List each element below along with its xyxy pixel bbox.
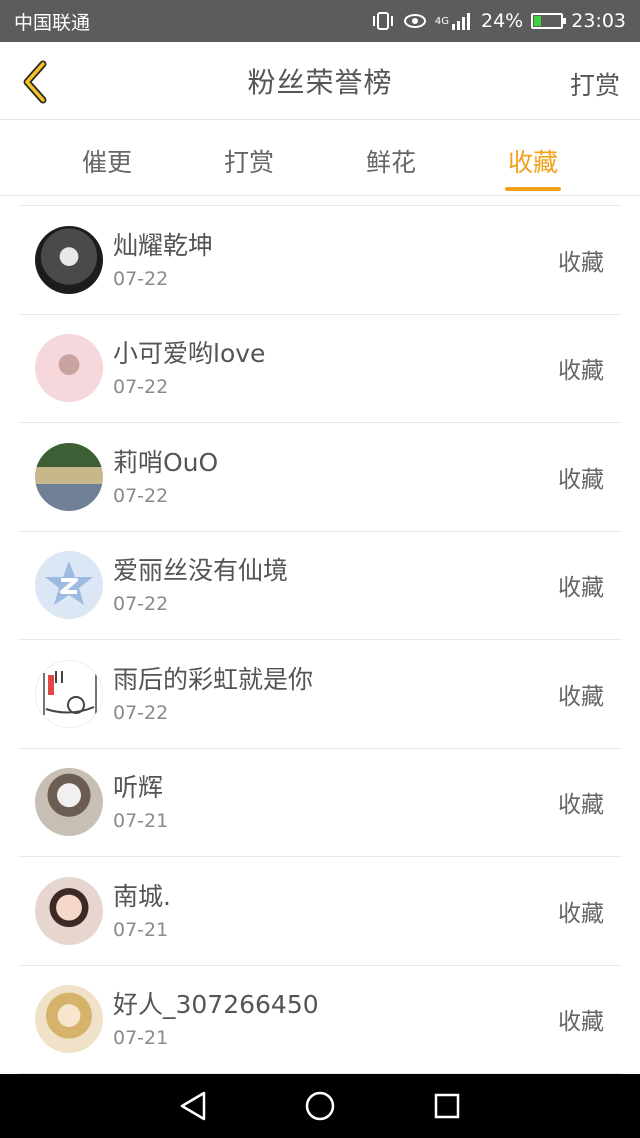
item-action-label: 收藏 (558, 683, 604, 710)
avatar (35, 876, 103, 945)
list-item[interactable]: 灿耀乾坤 07-22 收藏 (18, 206, 622, 315)
user-name: 雨后的彩虹就是你 (113, 664, 314, 694)
item-date: 07-22 (113, 484, 169, 507)
avatar (35, 985, 103, 1054)
list-item[interactable]: 小可爱哟love 07-22 收藏 (18, 315, 622, 423)
item-action-label: 收藏 (558, 249, 604, 276)
clock: 23:03 (571, 10, 626, 32)
item-date: 07-21 (113, 918, 169, 941)
app-header: 粉丝荣誉榜 打赏 (0, 42, 640, 120)
triangle-back-icon (181, 1091, 206, 1121)
signal-icon: 4G (435, 12, 473, 30)
item-action-label: 收藏 (558, 1009, 604, 1036)
network-type: 4G (434, 15, 449, 27)
avatar (35, 334, 103, 403)
status-icons: 4G 24% 23:03 (371, 10, 626, 32)
status-bar: 中国联通 4G 24% 23:03 (0, 0, 640, 42)
tab-flowers[interactable]: 鲜花 (320, 121, 462, 195)
tab-urge[interactable]: 催更 (36, 121, 178, 195)
item-date: 07-22 (113, 701, 169, 724)
system-nav-bar (0, 1074, 640, 1138)
item-date: 07-22 (113, 593, 169, 616)
nav-recents-button[interactable] (427, 1086, 467, 1126)
item-date: 07-22 (113, 376, 169, 399)
fan-list: 灿耀乾坤 07-22 收藏 小可爱哟love 07-22 收藏 莉哨OuO 07-22… (18, 205, 622, 1074)
vibrate-icon (371, 11, 395, 31)
item-date: 07-21 (113, 1027, 169, 1050)
battery-icon (531, 13, 567, 29)
user-name: 爱丽丝没有仙境 (113, 556, 289, 586)
avatar (35, 551, 103, 620)
user-name: 莉哨OuO (113, 447, 219, 477)
avatar (35, 768, 103, 837)
item-date: 07-21 (113, 810, 169, 833)
back-button[interactable] (16, 60, 52, 104)
nav-back-button[interactable] (173, 1086, 213, 1126)
qq-logo-icon (35, 551, 103, 619)
item-date: 07-22 (113, 267, 169, 290)
list-item[interactable]: 好人_307266450 07-21 收藏 (18, 966, 622, 1074)
item-action-label: 收藏 (558, 358, 604, 385)
page-title: 粉丝荣誉榜 (247, 65, 393, 99)
carrier-name: 中国联通 (14, 11, 91, 34)
list-item[interactable]: 爱丽丝没有仙境 07-22 收藏 (18, 532, 622, 640)
tab-bar: 催更 打赏 鲜花 收藏 (0, 121, 640, 196)
avatar (35, 659, 103, 728)
item-action-label: 收藏 (558, 900, 604, 927)
list-item[interactable]: 听辉 07-21 收藏 (18, 749, 622, 857)
user-name: 灿耀乾坤 (113, 230, 214, 260)
avatar (35, 225, 103, 294)
circle-home-icon (305, 1091, 335, 1121)
battery-percent: 24% (481, 10, 524, 32)
user-name: 小可爱哟love (113, 339, 266, 369)
avatar (35, 442, 103, 511)
eye-icon (403, 12, 427, 30)
user-name: 南城. (113, 881, 171, 911)
user-name: 好人_307266450 (113, 990, 319, 1020)
nav-home-button[interactable] (300, 1086, 340, 1126)
item-action-label: 收藏 (558, 466, 604, 493)
user-name: 听辉 (113, 773, 164, 803)
sketch-avatar-icon (43, 670, 97, 715)
tab-reward[interactable]: 打赏 (178, 121, 320, 195)
tab-favorites[interactable]: 收藏 (462, 121, 604, 195)
reward-button[interactable]: 打赏 (570, 66, 620, 102)
list-item[interactable]: 南城. 07-21 收藏 (18, 857, 622, 966)
item-action-label: 收藏 (558, 792, 604, 819)
list-item[interactable]: 莉哨OuO 07-22 收藏 (18, 423, 622, 532)
square-recents-icon (434, 1093, 459, 1119)
item-action-label: 收藏 (558, 575, 604, 602)
list-item[interactable]: 雨后的彩虹就是你 07-22 收藏 (18, 640, 622, 749)
chevron-left-icon (23, 60, 47, 104)
